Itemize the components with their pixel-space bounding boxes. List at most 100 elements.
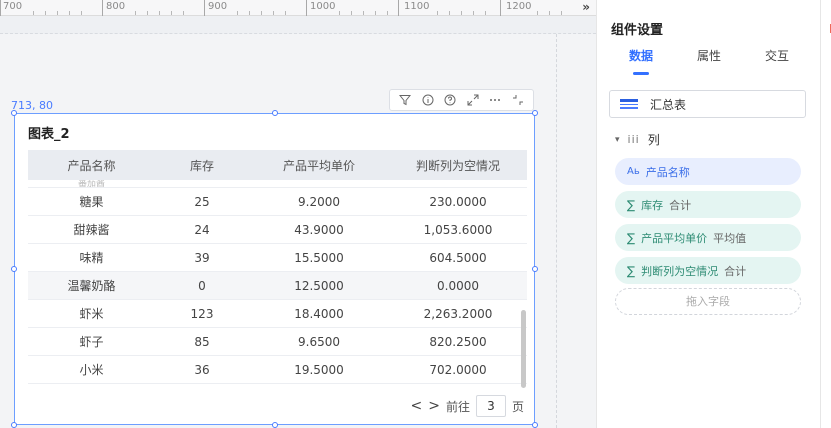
ruler-label: 700	[3, 1, 23, 12]
position-readout: 713, 80	[11, 99, 53, 112]
resize-handle[interactable]	[272, 422, 278, 428]
resize-handle[interactable]	[11, 110, 17, 116]
aggregation-label: 合计	[669, 198, 692, 212]
field-chip[interactable]: ∑ 判断列为空情况 合计	[615, 257, 801, 284]
resize-handle[interactable]	[11, 422, 17, 428]
table-cell: 18.4000	[294, 306, 344, 321]
goto-label: 前往	[445, 399, 470, 414]
tab-data[interactable]: 数据	[611, 47, 671, 75]
table-cell: 2,263.2000	[423, 306, 493, 321]
filter-icon[interactable]	[397, 92, 413, 108]
columns-icon: iii	[627, 133, 640, 146]
sum-icon: ∑	[627, 230, 636, 245]
table-cell: 36	[194, 362, 210, 377]
widget-toolbar	[389, 89, 534, 111]
field-chip[interactable]: ∑ 产品平均单价 平均值	[615, 224, 801, 251]
table-cell: 43.9000	[294, 222, 344, 237]
component-settings-panel: 组件设置 数据 属性 交互 汇总表 ▾ iii 列 Aь 产品名称 ∑ 库存 合…	[596, 0, 820, 428]
table-cell: 25	[194, 194, 210, 209]
text-type-icon: Aь	[627, 166, 640, 177]
secondary-panel-edge	[820, 0, 831, 428]
table-cell: 9.2000	[298, 194, 340, 209]
fullscreen-exit-icon[interactable]	[510, 92, 526, 108]
panel-title: 组件设置	[611, 23, 664, 38]
table-row[interactable]: 味精 39 15.5000 604.5000	[28, 244, 527, 272]
table-header: 产品名称 库存 产品平均单价 判断列为空情况	[28, 150, 527, 180]
table-cell: 15.5000	[294, 250, 344, 265]
resize-handle[interactable]	[532, 110, 538, 116]
tab-properties[interactable]: 属性	[679, 47, 739, 75]
table-cell: 糖果	[79, 195, 104, 209]
table-cell: 123	[190, 306, 214, 321]
data-source-select[interactable]: 汇总表	[609, 90, 806, 118]
design-canvas[interactable]: 700 800 900 1000 1100 1200 » 713, 80 图表_…	[0, 0, 596, 428]
next-page-button[interactable]: >	[428, 398, 440, 414]
tab-interaction[interactable]: 交互	[747, 47, 807, 75]
table-cell: 24	[194, 222, 210, 237]
resize-handle[interactable]	[532, 266, 538, 272]
more-icon[interactable]	[487, 92, 503, 108]
table-cell: 甜辣酱	[73, 223, 110, 237]
info-icon[interactable]	[420, 92, 436, 108]
expand-icon[interactable]	[465, 92, 481, 108]
column-header[interactable]: 判断列为空情况	[389, 157, 527, 174]
ruler-label: 1000	[310, 1, 336, 12]
table-scrollbar[interactable]	[521, 310, 526, 388]
partial-row: 蕃茄酱	[28, 180, 527, 188]
ruler-label: 900	[208, 1, 228, 12]
ruler-label: 1100	[404, 1, 430, 12]
field-name: 产品平均单价	[641, 231, 708, 245]
data-table: 产品名称 库存 产品平均单价 判断列为空情况 蕃茄酱 糖果 25 9.2000 230…	[28, 150, 527, 384]
table-cell: 虾米	[79, 307, 104, 321]
table-cell: 味精	[79, 251, 104, 265]
table-cell: 39	[194, 250, 210, 265]
field-name: 库存	[641, 198, 664, 212]
table-cell: 820.2500	[429, 334, 487, 349]
chevron-down-icon[interactable]: ▾	[615, 135, 620, 145]
column-header[interactable]: 产品平均单价	[249, 157, 389, 174]
resize-handle[interactable]	[11, 266, 17, 272]
pagination: < > 前往 3 页	[411, 395, 524, 417]
columns-section[interactable]: ▾ iii 列	[615, 131, 660, 148]
widget-title: 图表_2	[28, 127, 70, 142]
guide-line	[556, 34, 557, 428]
aggregation-label: 合计	[724, 264, 747, 278]
table-cell: 9.6500	[298, 334, 340, 349]
table-icon	[620, 99, 638, 110]
page-unit-label: 页	[511, 399, 524, 414]
table-row[interactable]: 虾米 123 18.4000 2,263.2000	[28, 300, 527, 328]
table-row[interactable]: 小米 36 19.5000 702.0000	[28, 356, 527, 384]
field-drop-zone[interactable]: 拖入字段	[615, 288, 801, 315]
table-cell: 12.5000	[294, 278, 344, 293]
table-cell: 0.0000	[437, 278, 479, 293]
aggregation-label: 平均值	[713, 231, 747, 245]
resize-handle[interactable]	[532, 422, 538, 428]
table-cell: 0	[198, 278, 206, 293]
column-header[interactable]: 库存	[155, 157, 249, 174]
table-row[interactable]: 虾子 85 9.6500 820.2500	[28, 328, 527, 356]
prev-page-button[interactable]: <	[411, 398, 423, 414]
table-row[interactable]: 甜辣酱 24 43.9000 1,053.6000	[28, 216, 527, 244]
top-band	[0, 16, 596, 34]
ruler-label: 1200	[506, 1, 532, 12]
resize-handle[interactable]	[272, 110, 278, 116]
horizontal-ruler: 700 800 900 1000 1100 1200 »	[0, 0, 596, 16]
field-name: 判断列为空情况	[641, 264, 719, 278]
table-cell: 702.0000	[429, 362, 487, 377]
collapse-panel-button[interactable]: »	[582, 0, 590, 14]
table-cell: 1,053.6000	[423, 222, 493, 237]
table-row[interactable]: 糖果 25 9.2000 230.0000	[28, 188, 527, 216]
page-number-input[interactable]: 3	[475, 395, 506, 417]
field-chip[interactable]: Aь 产品名称	[615, 158, 801, 185]
columns-heading: 列	[647, 133, 660, 147]
sum-icon: ∑	[627, 263, 636, 278]
table-cell: 温馨奶酪	[67, 279, 116, 293]
field-chip[interactable]: ∑ 库存 合计	[615, 191, 801, 218]
help-icon[interactable]	[442, 92, 458, 108]
table-cell: 85	[194, 334, 210, 349]
column-header[interactable]: 产品名称	[28, 157, 155, 174]
ruler-label: 800	[106, 1, 126, 12]
table-cell: 604.5000	[429, 250, 487, 265]
table-row[interactable]: 温馨奶酪 0 12.5000 0.0000	[28, 272, 527, 300]
table-widget[interactable]: 图表_2 产品名称 库存 产品平均单价 判断列为空情况 蕃茄酱 糖果 25 9.20…	[11, 110, 538, 428]
